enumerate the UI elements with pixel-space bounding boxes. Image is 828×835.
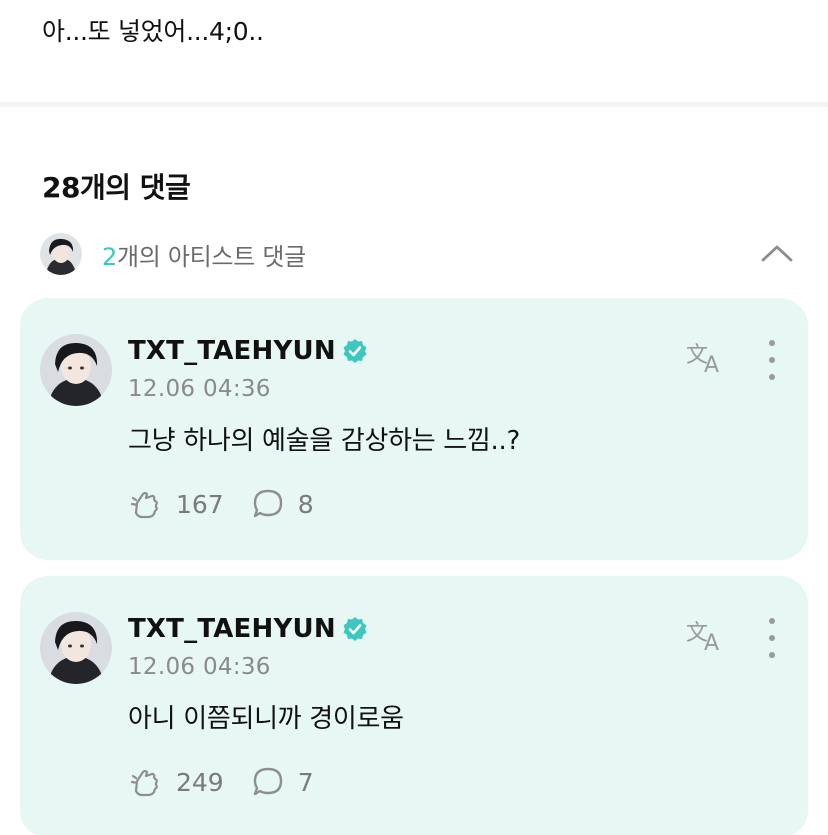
more-vertical-icon[interactable] <box>760 618 784 658</box>
username[interactable]: TXT_TAEHYUN <box>128 336 336 366</box>
screen: 아...또 넣었어...4;0.. 28개의 댓글 2개의 아티스트 댓글 TX… <box>0 0 828 835</box>
artist-comments-label: 2개의 아티스트 댓글 <box>102 242 306 271</box>
comment-text: 아니 이쯤되니까 경이로움 <box>128 704 404 734</box>
avatar[interactable] <box>40 334 112 406</box>
comment-actions: 167 8 <box>128 486 340 522</box>
reply-button[interactable]: 7 <box>250 764 314 800</box>
username[interactable]: TXT_TAEHYUN <box>128 614 336 644</box>
cheer-button[interactable]: 167 <box>128 486 224 522</box>
reply-button[interactable]: 8 <box>250 486 314 522</box>
svg-text:A: A <box>704 353 719 378</box>
verified-icon <box>343 617 367 641</box>
timestamp: 12.06 04:36 <box>128 376 271 402</box>
svg-text:A: A <box>704 631 719 656</box>
chevron-up-icon[interactable] <box>759 238 795 268</box>
section-divider <box>0 102 828 107</box>
artist-comment-card: TXT_TAEHYUN 12.06 04:36 아니 이쯤되니까 경이로움 文 … <box>20 576 808 835</box>
avatar[interactable] <box>40 612 112 684</box>
comment-count-heading: 28개의 댓글 <box>42 171 191 204</box>
reply-count: 8 <box>297 489 314 519</box>
translate-icon[interactable]: 文 A <box>684 616 728 656</box>
cheer-hand-icon <box>130 491 158 519</box>
comment-bubble-icon <box>253 489 282 518</box>
more-vertical-icon[interactable] <box>760 340 784 380</box>
artist-avatar-small <box>40 233 82 275</box>
translate-icon[interactable]: 文 A <box>684 338 728 378</box>
post-text: 아...또 넣었어...4;0.. <box>42 17 264 46</box>
username-row: TXT_TAEHYUN <box>128 614 368 644</box>
artist-comments-toggle[interactable]: 2개의 아티스트 댓글 <box>40 233 795 275</box>
like-count: 249 <box>176 767 224 797</box>
cheer-hand-icon <box>130 769 158 797</box>
like-count: 167 <box>176 489 224 519</box>
reply-count: 7 <box>297 767 314 797</box>
comment-text: 그냥 하나의 예술을 감상하는 느낌..? <box>128 426 520 456</box>
comment-actions: 249 7 <box>128 764 340 800</box>
username-row: TXT_TAEHYUN <box>128 336 368 366</box>
comment-bubble-icon <box>253 767 282 796</box>
artist-comment-card: TXT_TAEHYUN 12.06 04:36 그냥 하나의 예술을 감상하는 … <box>20 298 808 560</box>
verified-icon <box>343 339 367 363</box>
cheer-button[interactable]: 249 <box>128 764 224 800</box>
timestamp: 12.06 04:36 <box>128 654 271 680</box>
